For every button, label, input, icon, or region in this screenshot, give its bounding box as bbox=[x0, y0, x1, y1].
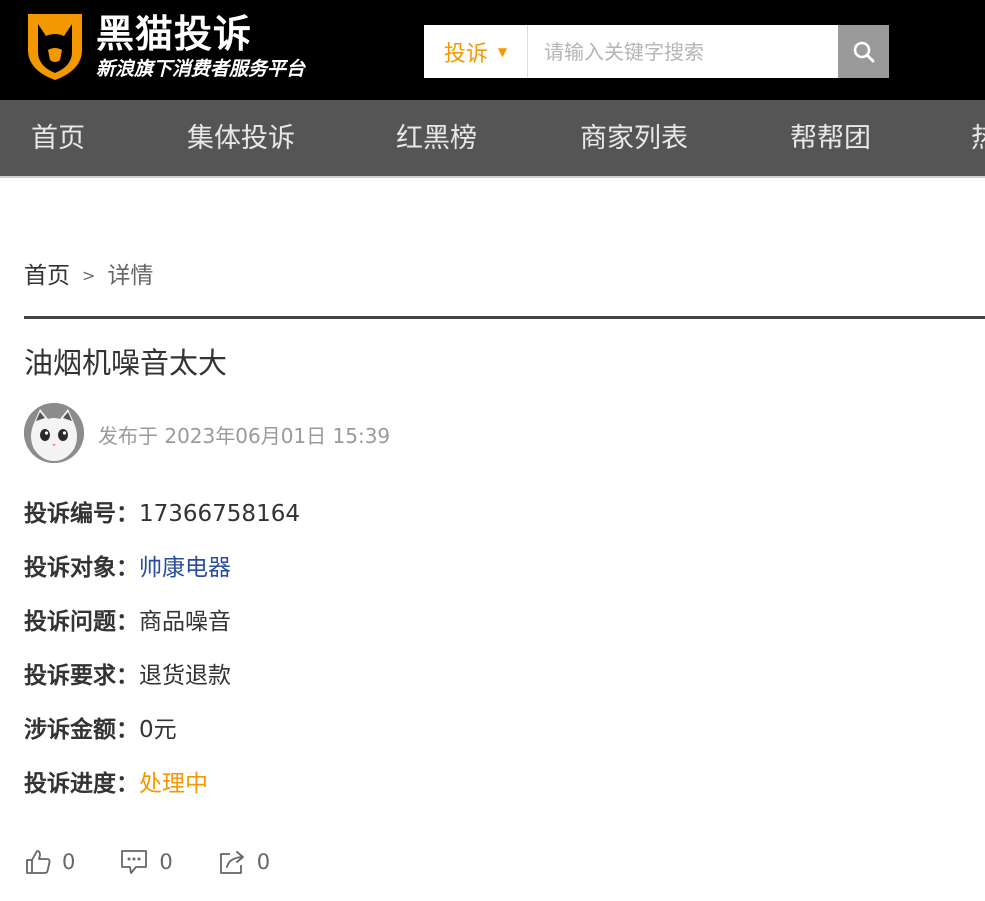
action-bar: 0 0 0 bbox=[24, 848, 314, 876]
site-header: 黑猫投诉 新浪旗下消费者服务平台 投诉 ▼ bbox=[0, 0, 985, 100]
logo-title[interactable]: 黑猫投诉 bbox=[96, 12, 252, 56]
nav-item-help-group[interactable]: 帮帮团 bbox=[790, 100, 871, 176]
complaint-title: 油烟机噪音太大 bbox=[24, 346, 228, 380]
info-key: 投诉编号： bbox=[24, 501, 139, 527]
search-category-dropdown[interactable]: 投诉 ▼ bbox=[424, 25, 528, 78]
info-key: 涉诉金额： bbox=[24, 717, 139, 743]
merchant-link[interactable]: 帅康电器 bbox=[139, 555, 231, 581]
caret-down-icon: ▼ bbox=[497, 44, 508, 59]
content-divider bbox=[24, 316, 985, 319]
info-key: 投诉进度： bbox=[24, 771, 139, 797]
nav-item-home[interactable]: 首页 bbox=[31, 100, 85, 176]
main-nav: 首页 集体投诉 红黑榜 商家列表 帮帮团 热 bbox=[0, 100, 985, 178]
comment-count: 0 bbox=[159, 850, 173, 874]
info-key: 投诉对象： bbox=[24, 555, 139, 581]
share-count: 0 bbox=[256, 850, 271, 874]
info-row-amount: 涉诉金额：0元 bbox=[24, 710, 177, 744]
info-value: 0元 bbox=[139, 717, 177, 743]
avatar[interactable] bbox=[24, 403, 84, 463]
info-row-complaint-issue: 投诉问题：商品噪音 bbox=[24, 602, 231, 636]
like-count: 0 bbox=[62, 850, 76, 874]
info-row-complaint-target: 投诉对象：帅康电器 bbox=[24, 548, 231, 582]
thumbs-up-icon bbox=[26, 850, 51, 874]
nav-item-merchant-list[interactable]: 商家列表 bbox=[580, 100, 688, 176]
info-value: 退货退款 bbox=[139, 663, 231, 689]
share-icon bbox=[219, 851, 244, 874]
comment-icon bbox=[121, 850, 148, 874]
search-bar: 投诉 ▼ bbox=[424, 25, 889, 78]
info-key: 投诉问题： bbox=[24, 609, 139, 635]
logo-subtitle: 新浪旗下消费者服务平台 bbox=[96, 58, 306, 80]
breadcrumb-separator: > bbox=[82, 266, 96, 285]
like-button[interactable]: 0 bbox=[24, 848, 75, 876]
info-value: 17366758164 bbox=[139, 501, 300, 527]
info-row-progress: 投诉进度：处理中 bbox=[24, 764, 208, 798]
search-button[interactable] bbox=[838, 25, 889, 78]
comment-button[interactable]: 0 bbox=[119, 848, 173, 876]
breadcrumb-home-link[interactable]: 首页 bbox=[24, 263, 70, 289]
search-category-label: 投诉 bbox=[443, 41, 488, 67]
cat-shield-logo-icon[interactable] bbox=[24, 10, 86, 82]
info-row-complaint-id: 投诉编号：17366758164 bbox=[24, 494, 300, 528]
nav-item-red-black-list[interactable]: 红黑榜 bbox=[396, 100, 477, 176]
status-badge: 处理中 bbox=[139, 771, 208, 797]
breadcrumb-current: 详情 bbox=[107, 263, 154, 289]
info-value: 商品噪音 bbox=[139, 609, 231, 635]
breadcrumb: 首页 > 详情 bbox=[24, 256, 153, 290]
share-button[interactable]: 0 bbox=[217, 848, 270, 876]
cat-avatar-icon bbox=[24, 403, 84, 463]
search-input[interactable] bbox=[528, 25, 838, 78]
nav-item-group-complaints[interactable]: 集体投诉 bbox=[187, 100, 295, 176]
search-icon bbox=[853, 41, 874, 62]
nav-item-hot[interactable]: 热 bbox=[971, 100, 985, 176]
publish-time: 发布于 2023年06月01日 15:39 bbox=[98, 424, 391, 448]
info-row-complaint-demand: 投诉要求：退货退款 bbox=[24, 656, 231, 690]
info-key: 投诉要求： bbox=[24, 663, 139, 689]
